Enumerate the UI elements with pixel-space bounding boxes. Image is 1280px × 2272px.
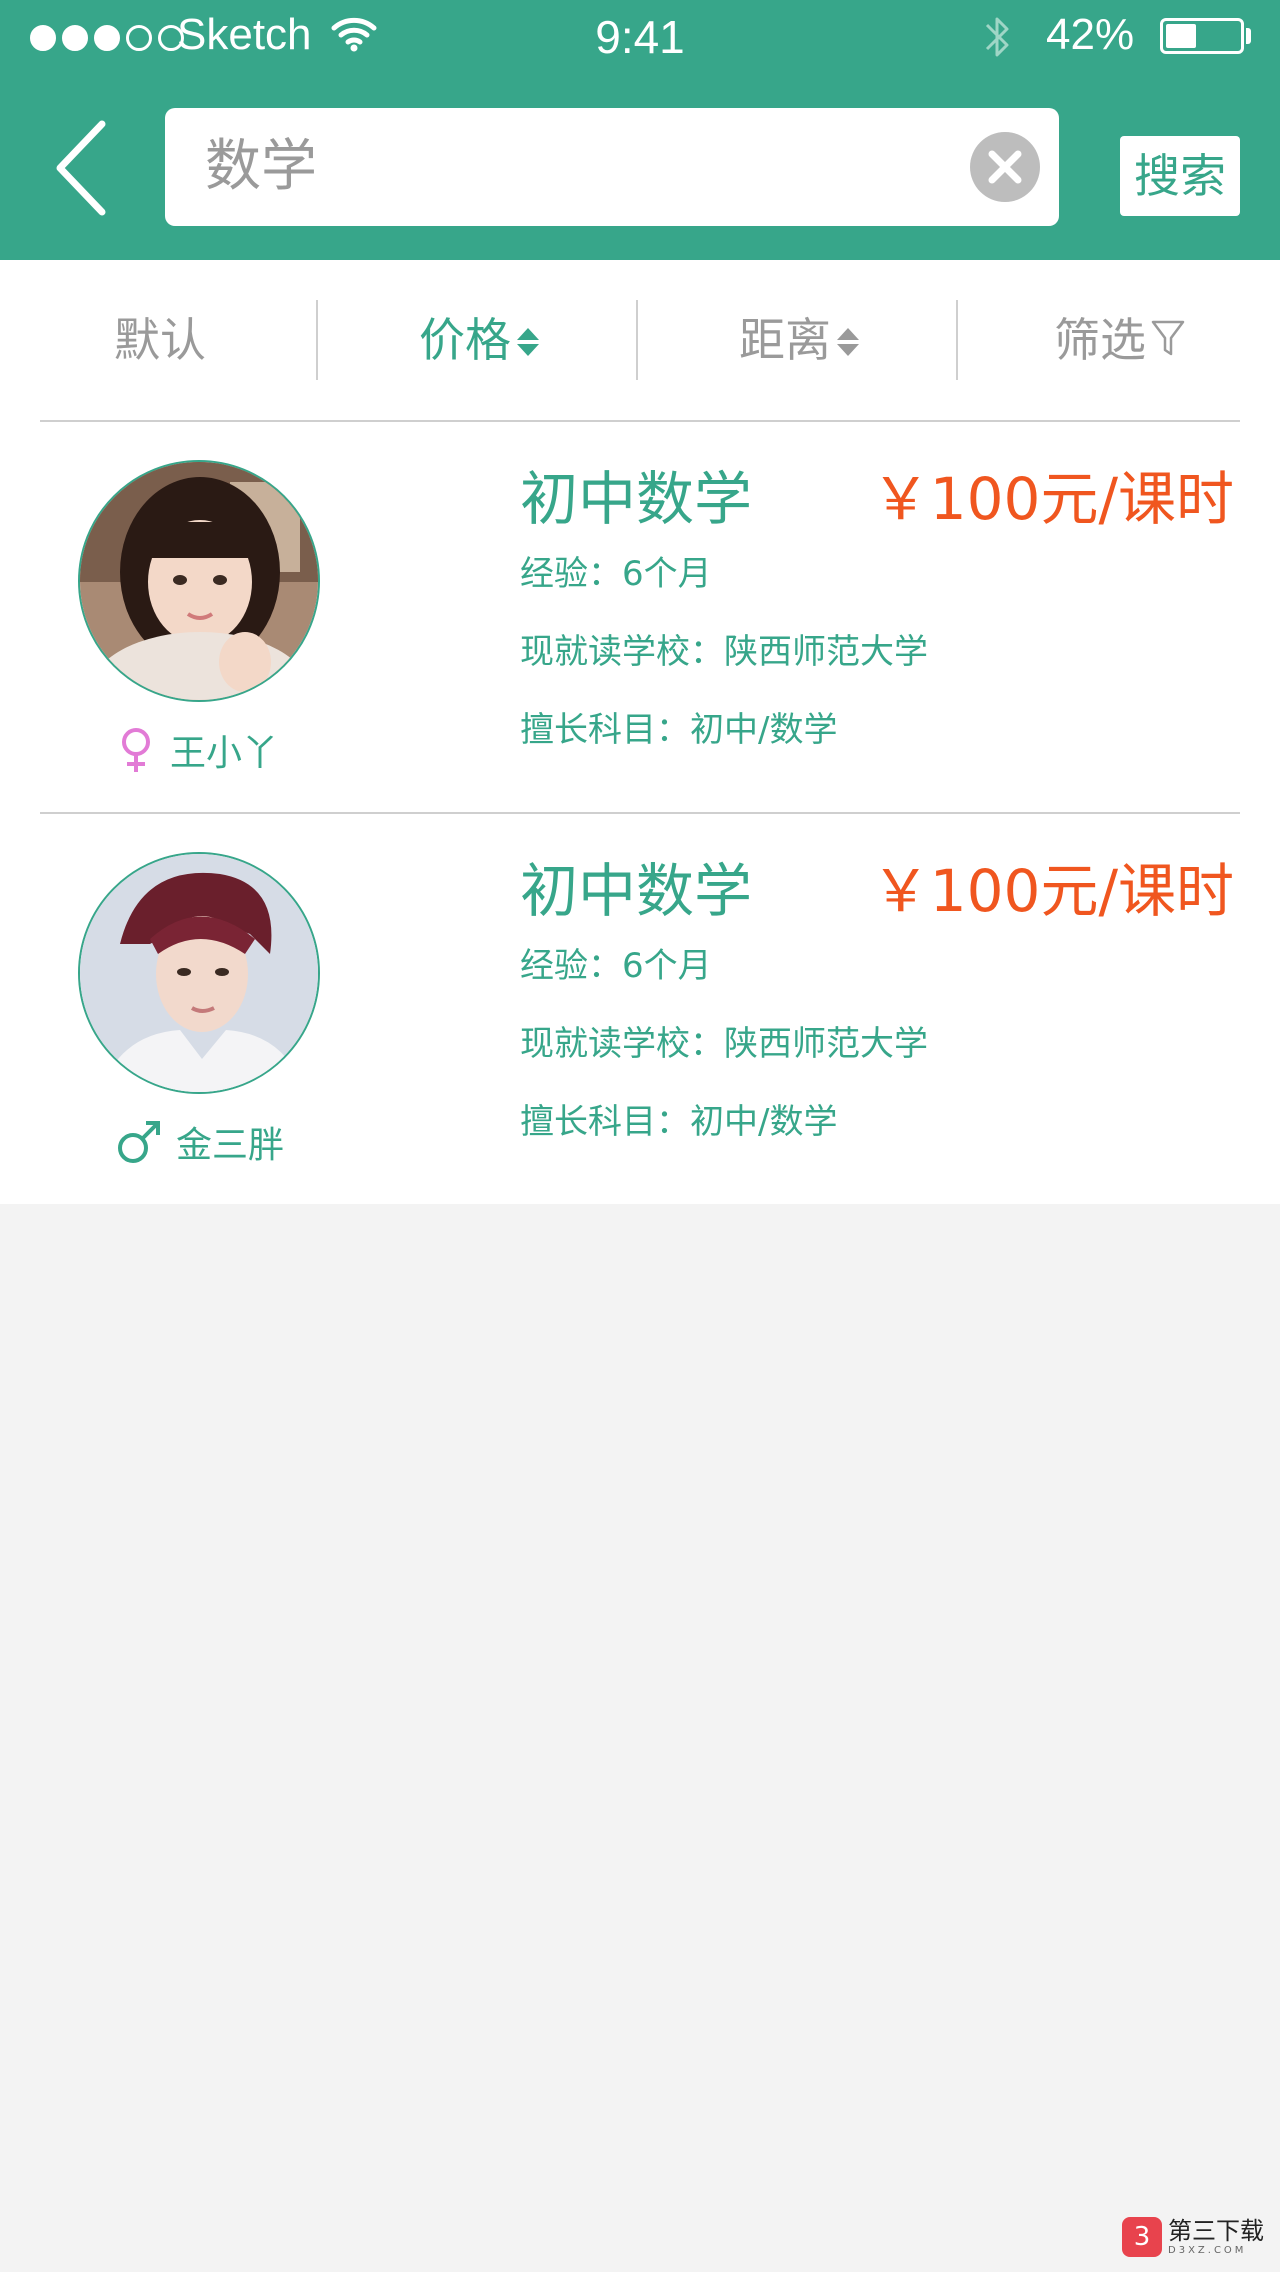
sort-default[interactable]: 默认 bbox=[0, 300, 320, 380]
sort-price[interactable]: 价格 bbox=[320, 300, 640, 380]
status-bar: Sketch 9:41 42% bbox=[0, 0, 1280, 75]
top-header: Sketch 9:41 42% 数学 搜索 bbox=[0, 0, 1280, 260]
female-icon bbox=[122, 728, 150, 772]
course-title: 初中数学 bbox=[520, 857, 753, 925]
sort-distance-label: 距离 bbox=[739, 313, 831, 367]
subjects: 擅长科目：初中/数学 bbox=[520, 710, 838, 750]
sort-bar: 默认 价格 距离 筛选 bbox=[0, 260, 1280, 420]
search-bar bbox=[165, 108, 1059, 226]
divider bbox=[636, 300, 638, 380]
school: 现就读学校：陕西师范大学 bbox=[520, 632, 928, 672]
search-button[interactable]: 搜索 bbox=[1120, 136, 1240, 216]
battery-tip bbox=[1246, 28, 1251, 44]
close-icon bbox=[988, 150, 1022, 184]
divider bbox=[956, 300, 958, 380]
chevron-left-icon bbox=[56, 120, 106, 216]
watermark-subtext: D3XZ.COM bbox=[1168, 2244, 1247, 2256]
gender-row: 王小丫 bbox=[116, 722, 278, 778]
experience: 经验：6个月 bbox=[520, 554, 712, 594]
sort-distance[interactable]: 距离 bbox=[640, 300, 960, 380]
filter-button[interactable]: 筛选 bbox=[960, 300, 1280, 380]
back-button[interactable] bbox=[50, 118, 120, 218]
watermark-logo-icon: 3 bbox=[1122, 2217, 1162, 2257]
battery-icon bbox=[1160, 18, 1244, 54]
gender-row: 金三胖 bbox=[116, 1114, 284, 1170]
avatar bbox=[78, 460, 320, 702]
experience: 经验：6个月 bbox=[520, 946, 712, 986]
course-title: 初中数学 bbox=[520, 465, 753, 533]
male-icon bbox=[118, 1121, 160, 1163]
results-panel: 默认 价格 距离 筛选 王小丫 初中数学 ￥100元/课时 经验：6个月 现就读… bbox=[0, 260, 1280, 1204]
sort-arrows-icon bbox=[515, 304, 541, 384]
avatar bbox=[78, 852, 320, 1094]
battery-fill bbox=[1166, 24, 1196, 48]
watermark-text: 第三下载 bbox=[1168, 2216, 1264, 2245]
battery-percent: 42% bbox=[1046, 10, 1135, 59]
price: ￥100元/课时 bbox=[871, 857, 1234, 925]
tutor-card[interactable]: 金三胖 初中数学 ￥100元/课时 经验：6个月 现就读学校：陕西师范大学 擅长… bbox=[0, 814, 1280, 1206]
filter-icon bbox=[1150, 304, 1186, 384]
divider bbox=[316, 300, 318, 380]
clear-search-button[interactable] bbox=[970, 132, 1040, 202]
tutor-name: 王小丫 bbox=[170, 733, 279, 774]
tutor-card[interactable]: 王小丫 初中数学 ￥100元/课时 经验：6个月 现就读学校：陕西师范大学 擅长… bbox=[0, 422, 1280, 814]
subjects: 擅长科目：初中/数学 bbox=[520, 1102, 838, 1142]
watermark: 3 第三下载 D3XZ.COM bbox=[1122, 2212, 1272, 2262]
search-input[interactable] bbox=[205, 108, 945, 226]
sort-arrows-icon bbox=[835, 304, 861, 384]
school: 现就读学校：陕西师范大学 bbox=[520, 1024, 928, 1064]
bluetooth-icon bbox=[982, 10, 1012, 75]
tutor-name: 金三胖 bbox=[176, 1125, 285, 1166]
filter-label: 筛选 bbox=[1054, 313, 1146, 367]
sort-price-label: 价格 bbox=[419, 313, 511, 367]
sort-default-label: 默认 bbox=[114, 313, 206, 367]
price: ￥100元/课时 bbox=[871, 465, 1234, 533]
